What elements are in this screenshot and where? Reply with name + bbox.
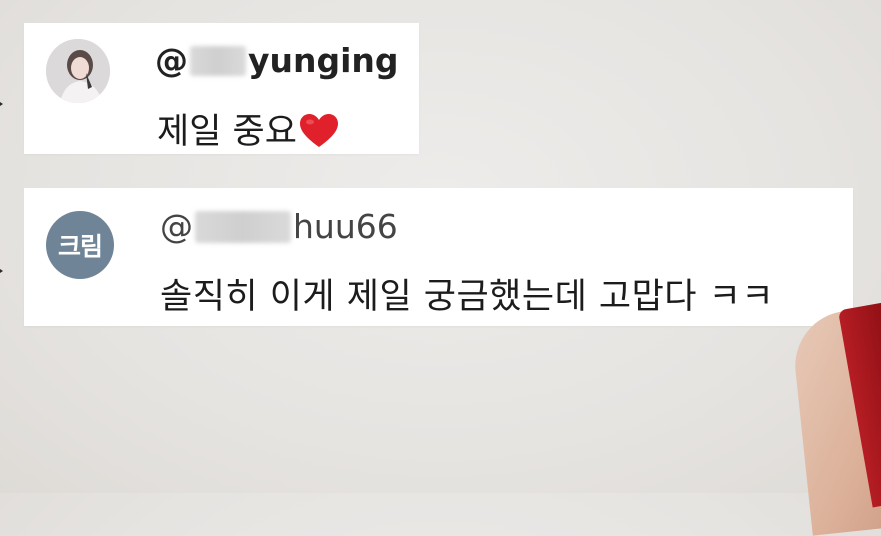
username-suffix: yunging <box>248 41 399 80</box>
comment-username[interactable]: @ huu66 <box>160 207 398 246</box>
redacted-username <box>190 45 246 76</box>
comment-card: 크림 @ huu66 솔직히 이게 제일 궁금했는데 고맙다 ㅋㅋ <box>24 188 853 326</box>
username-suffix: huu66 <box>293 207 398 246</box>
username-prefix: @ <box>160 207 193 246</box>
profile-photo-icon <box>46 39 110 103</box>
comment-text: 제일 중요 <box>157 103 339 158</box>
comment-username[interactable]: @ yunging <box>155 41 399 80</box>
avatar[interactable] <box>46 39 110 103</box>
comment-text-body: 제일 중요 <box>157 112 297 152</box>
redacted-username <box>195 210 291 243</box>
comment-card: @ yunging 제일 중요 <box>24 23 419 154</box>
heart-icon <box>299 113 339 158</box>
pointer-arrow-icon <box>0 98 3 110</box>
comment-text: 솔직히 이게 제일 궁금했는데 고맙다 ㅋㅋ <box>160 277 775 317</box>
pointer-arrow-icon <box>0 265 3 277</box>
avatar-initials: 크림 <box>57 232 103 261</box>
username-prefix: @ <box>155 41 188 80</box>
avatar[interactable]: 크림 <box>46 211 114 279</box>
